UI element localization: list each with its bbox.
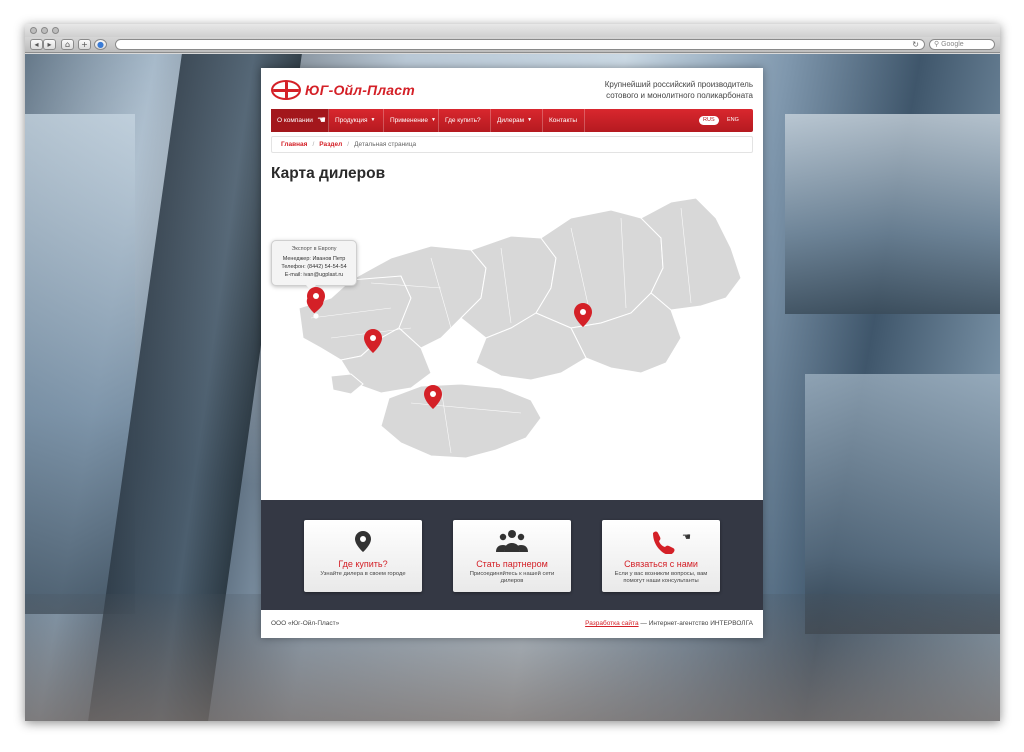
nav-item-contacts[interactable]: Контакты bbox=[543, 109, 585, 132]
nav-item-label: О компании bbox=[277, 117, 313, 124]
nav-item-where-to-buy[interactable]: Где купить? bbox=[439, 109, 491, 132]
search-field[interactable]: ⚲ Google bbox=[929, 39, 995, 50]
card-title: Где купить? bbox=[338, 559, 388, 569]
contact-us-card[interactable]: ☚ Связаться с нами Если у вас возникли в… bbox=[602, 520, 720, 592]
tagline-line1: Крупнейший российский производитель bbox=[604, 80, 753, 89]
lang-en-button[interactable]: ENG bbox=[723, 116, 743, 125]
breadcrumb-section[interactable]: Раздел bbox=[319, 141, 342, 148]
map-pin-kazakhstan[interactable] bbox=[424, 385, 442, 409]
breadcrumb-separator: / bbox=[347, 141, 350, 148]
back-icon[interactable]: ◂ bbox=[30, 39, 43, 50]
map-pin-south[interactable] bbox=[364, 329, 382, 353]
phone-icon bbox=[653, 531, 675, 554]
location-pin-icon bbox=[355, 531, 371, 552]
zoom-window-button[interactable] bbox=[52, 27, 59, 34]
breadcrumb-current: Детальная страница bbox=[354, 141, 417, 148]
chevron-down-icon: ▼ bbox=[431, 117, 436, 123]
page-title: Карта дилеров bbox=[271, 165, 386, 182]
hand-cursor-icon: ☚ bbox=[682, 532, 691, 543]
title-bar bbox=[25, 24, 1000, 37]
nav-item-label: Контакты bbox=[549, 117, 578, 124]
footer-developer: Разработка сайта — Интернет-агентство ИН… bbox=[585, 620, 753, 627]
card-description: Если у вас возникли вопросы, вам помогут… bbox=[614, 571, 708, 584]
address-bar[interactable]: ↻ bbox=[115, 39, 925, 50]
tagline-line2: сотового и монолитного поликарбоната bbox=[606, 91, 753, 100]
map-pin-siberia[interactable] bbox=[574, 303, 592, 327]
developer-link[interactable]: Разработка сайта bbox=[585, 620, 638, 627]
site-page: ЮГ-Ойл-Пласт Крупнейший российский произ… bbox=[261, 68, 763, 638]
footer-copyright: ООО «Юг-Ойл-Пласт» bbox=[271, 620, 340, 627]
home-icon[interactable]: ⌂ bbox=[61, 39, 74, 50]
add-tab-icon[interactable]: + bbox=[78, 39, 91, 50]
nav-item-label: Продукция bbox=[335, 117, 368, 125]
action-band: Где купить? Узнайте дилера в своем город… bbox=[261, 500, 763, 610]
forward-icon[interactable]: ▸ bbox=[43, 39, 56, 50]
nav-item-products[interactable]: Продукция ▼ bbox=[329, 109, 384, 132]
card-description: Узнайте дилера в своем городе bbox=[320, 571, 406, 577]
breadcrumb-separator: / bbox=[312, 141, 315, 148]
close-window-button[interactable] bbox=[30, 27, 37, 34]
background-structure bbox=[785, 114, 1000, 314]
search-icon: ⚲ bbox=[934, 41, 940, 48]
site-logo[interactable]: ЮГ-Ойл-Пласт bbox=[271, 78, 415, 102]
where-to-buy-card[interactable]: Где купить? Узнайте дилера в своем город… bbox=[304, 520, 422, 592]
map-pins bbox=[306, 287, 592, 409]
browser-toolbar: ◂ ▸ ⌂ + ● ↻ ⚲ Google bbox=[25, 37, 1000, 53]
card-title: Связаться с нами bbox=[624, 559, 698, 569]
people-group-icon bbox=[496, 530, 528, 552]
become-partner-card[interactable]: Стать партнером Присоединяйтесь к нашей … bbox=[453, 520, 571, 592]
site-tagline: Крупнейший российский производитель сото… bbox=[553, 79, 753, 101]
breadcrumb: Главная / Раздел / Детальная страница bbox=[271, 136, 753, 153]
globe-logo-icon bbox=[271, 80, 301, 100]
globe-icon: ● bbox=[94, 39, 107, 50]
nav-item-label: Применение bbox=[390, 117, 429, 125]
nav-item-label: Где купить? bbox=[445, 117, 481, 124]
chevron-down-icon: ▼ bbox=[370, 117, 376, 123]
search-placeholder: Google bbox=[941, 41, 964, 48]
chevron-down-icon: ▼ bbox=[527, 117, 533, 123]
card-description: Присоединяйтесь к нашей сети дилеров bbox=[469, 571, 555, 584]
minimize-window-button[interactable] bbox=[41, 27, 48, 34]
hand-cursor-icon: ☚ bbox=[317, 115, 326, 126]
card-title: Стать партнером bbox=[476, 559, 548, 569]
reload-icon[interactable]: ↻ bbox=[912, 40, 919, 49]
developer-text: — Интернет-агентство ИНТЕРВОЛГА bbox=[638, 620, 753, 627]
dealer-map: Экспорт в Европу Менеджер: Иванов Петр Т… bbox=[271, 188, 753, 478]
main-navigation: О компании Продукция ▼ Применение ▼ Где ку… bbox=[271, 109, 753, 132]
nav-item-application[interactable]: Применение ▼ bbox=[384, 109, 439, 132]
nav-item-dealers[interactable]: Дилерам ▼ bbox=[491, 109, 543, 132]
logo-text: ЮГ-Ойл-Пласт bbox=[305, 82, 415, 98]
browser-window: ◂ ▸ ⌂ + ● ↻ ⚲ Google ЮГ-Ойл-Пласт Крупне… bbox=[25, 24, 1000, 721]
breadcrumb-home[interactable]: Главная bbox=[281, 141, 307, 148]
site-footer: ООО «Юг-Ойл-Пласт» Разработка сайта — Ин… bbox=[271, 620, 753, 632]
page-viewport: ЮГ-Ойл-Пласт Крупнейший российский произ… bbox=[25, 54, 1000, 721]
lang-ru-button[interactable]: RUS bbox=[699, 116, 719, 125]
nav-item-label: Дилерам bbox=[497, 117, 525, 125]
